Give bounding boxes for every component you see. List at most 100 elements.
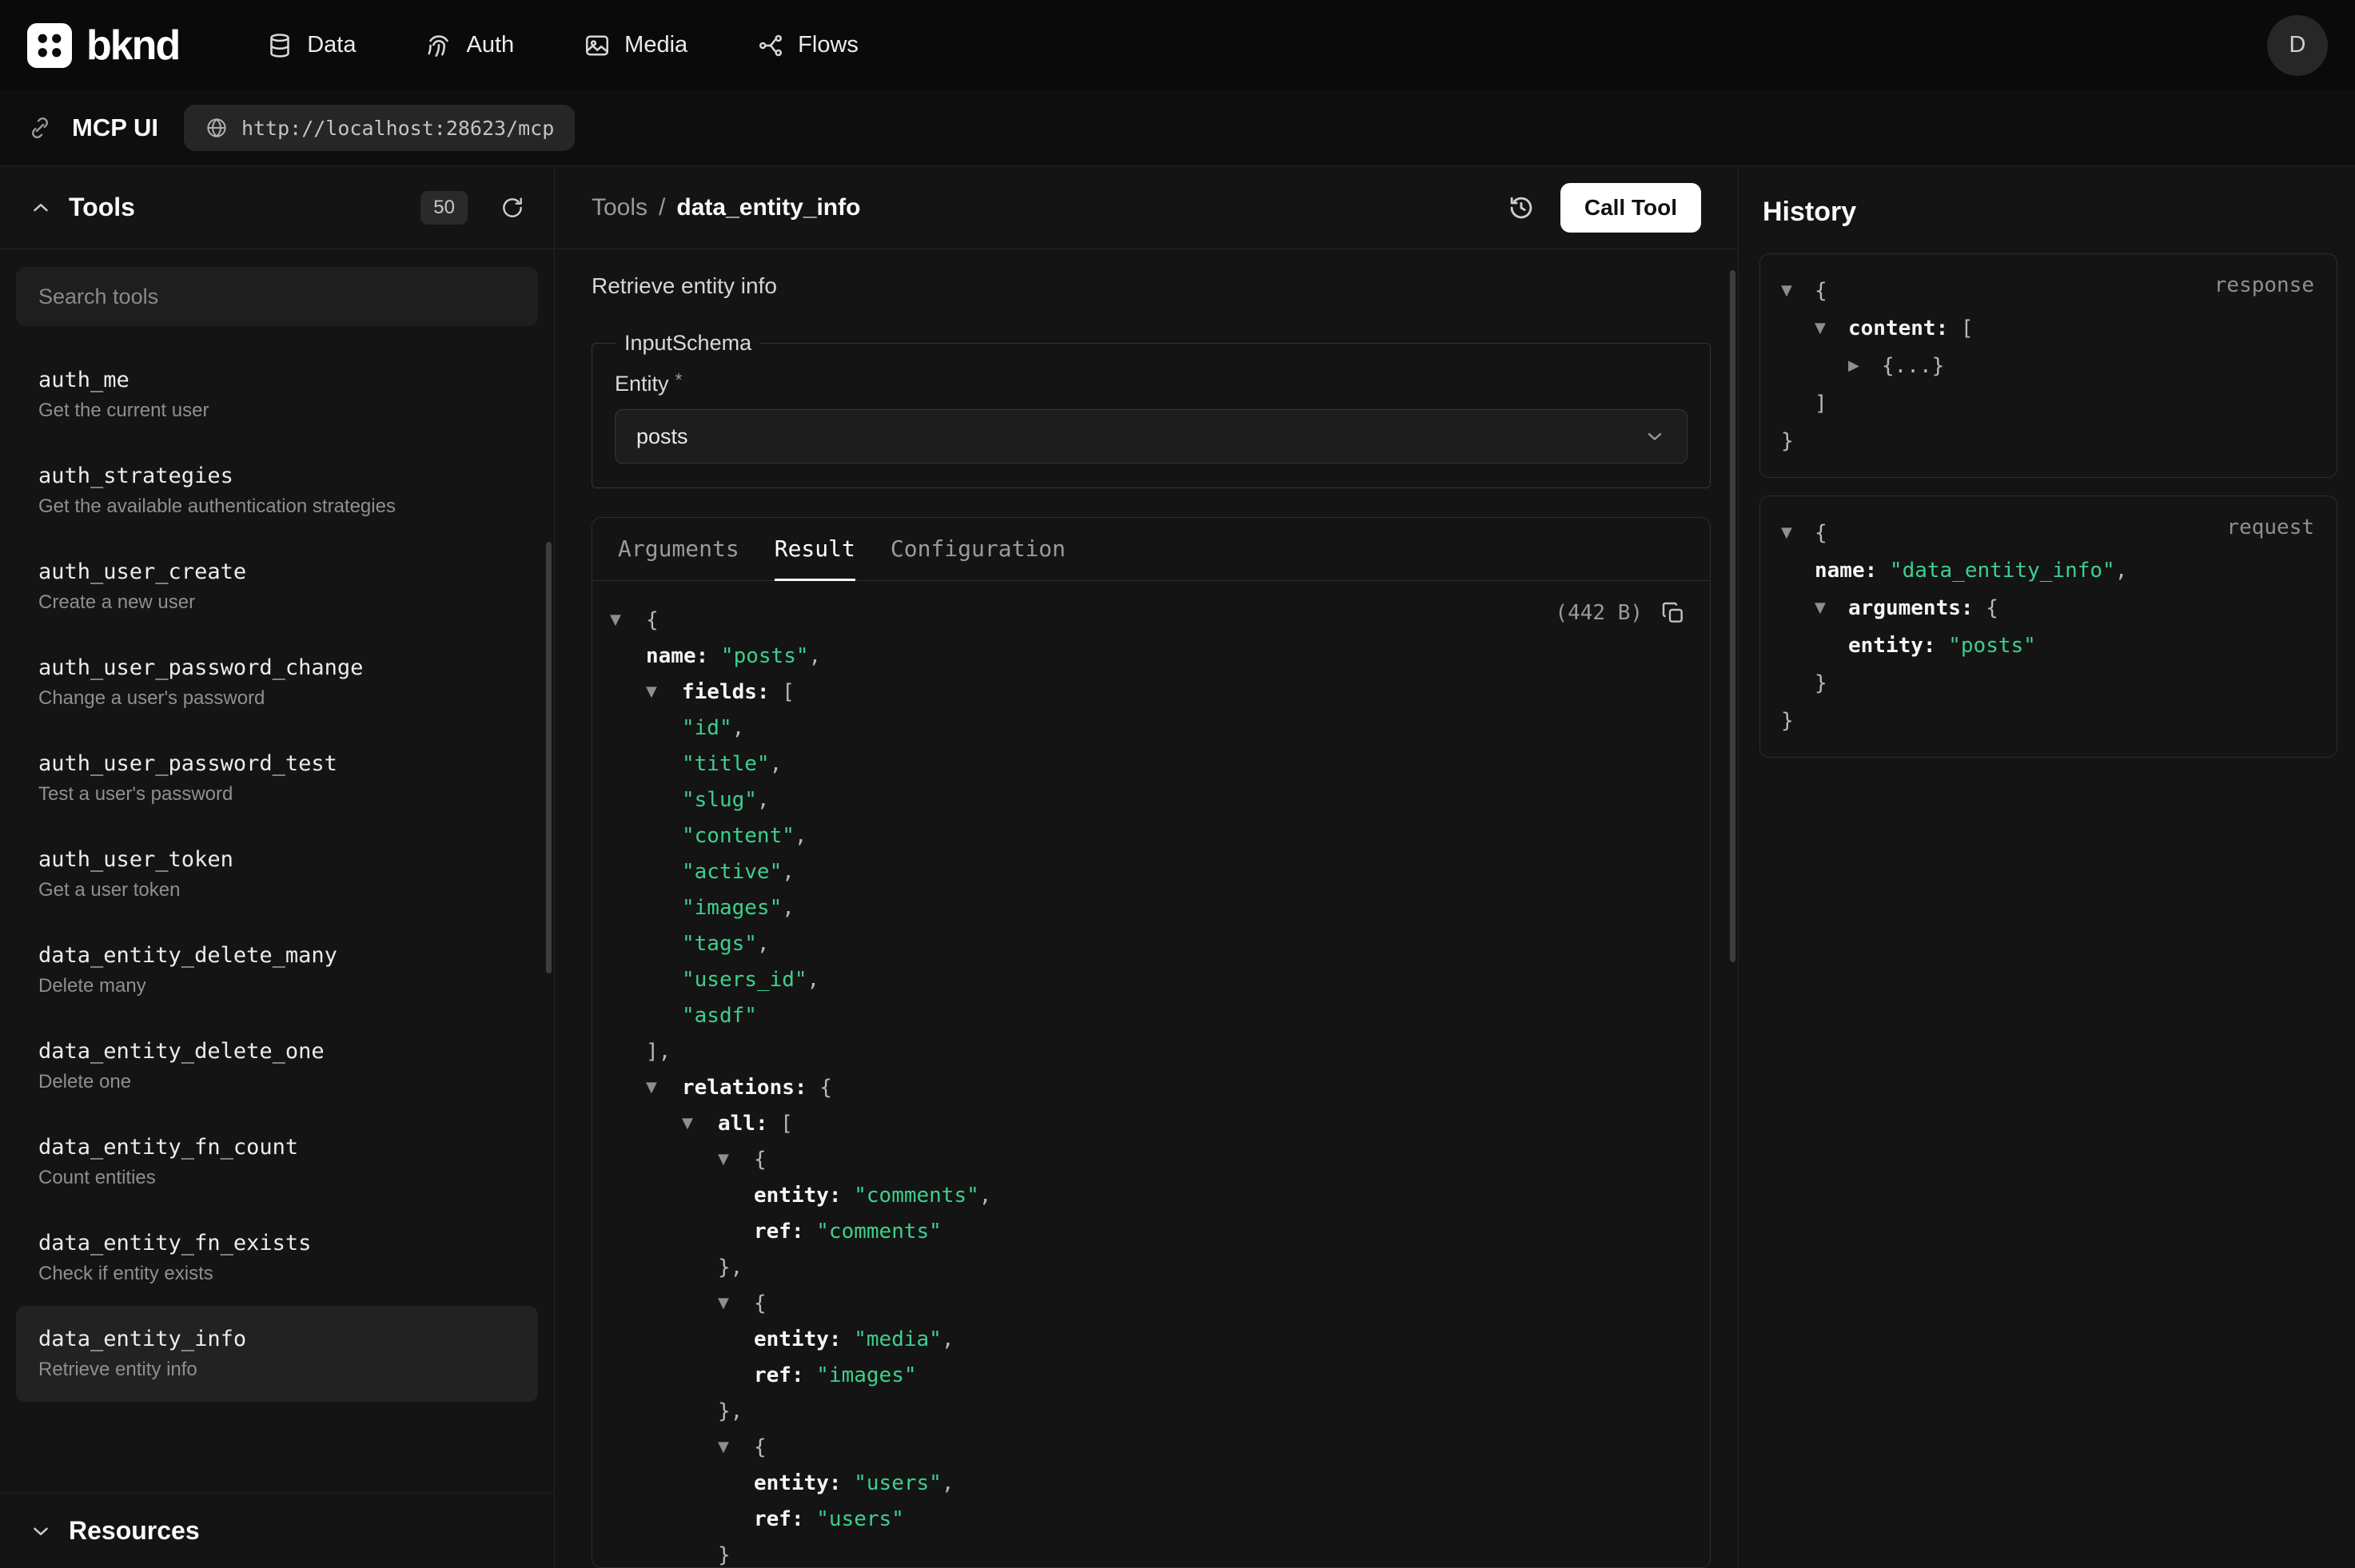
history-icon [1506, 193, 1536, 223]
tool-item[interactable]: auth_user_password_changeChange a user's… [16, 635, 538, 730]
input-schema-fieldset: InputSchema Entity* posts [592, 331, 1711, 488]
main-panel: Tools / data_entity_info Call Tool Retri… [555, 166, 1738, 1568]
toggle-icon[interactable]: ▼ [1815, 320, 1848, 336]
tool-name: auth_user_create [38, 559, 516, 584]
database-icon [265, 31, 294, 60]
history-card-response[interactable]: response ▼{▼content: [▶{...}]} [1759, 253, 2337, 478]
toggle-icon[interactable]: ▼ [610, 611, 646, 628]
entity-label: Entity* [615, 372, 1688, 396]
top-nav: bknd Data Auth Medi [0, 0, 2355, 90]
required-asterisk: * [675, 369, 683, 390]
json-line: "users_id", [610, 961, 1686, 997]
json-line: ] [1781, 384, 2316, 422]
tool-item[interactable]: data_entity_fn_countCount entities [16, 1114, 538, 1210]
tool-description: Create a new user [38, 591, 516, 614]
tab-result[interactable]: Result [757, 518, 873, 580]
tool-item[interactable]: data_entity_delete_manyDelete many [16, 922, 538, 1018]
brand-text: bknd [86, 22, 179, 70]
tool-name: data_entity_delete_one [38, 1039, 516, 1064]
json-line: } [1781, 422, 2316, 460]
tool-item[interactable]: data_entity_fn_existsCheck if entity exi… [16, 1210, 538, 1306]
nav-item-media[interactable]: Media [583, 31, 687, 60]
toggle-icon[interactable]: ▼ [646, 1079, 682, 1096]
json-line: } [1781, 702, 2316, 739]
nav-label-auth: Auth [466, 32, 514, 58]
json-line: ▼relations: { [610, 1069, 1686, 1105]
tool-name: data_entity_info [38, 1327, 516, 1351]
tool-name: data_entity_delete_many [38, 943, 516, 968]
schema-legend: InputSchema [616, 331, 759, 356]
server-url: http://localhost:28623/mcp [241, 117, 554, 140]
call-tool-button[interactable]: Call Tool [1560, 183, 1701, 233]
tool-item[interactable]: data_entity_info Retrieve entity info [16, 1306, 538, 1402]
json-line: entity: "comments", [610, 1177, 1686, 1213]
tool-name: data_entity_fn_exists [38, 1231, 516, 1256]
tool-item[interactable]: auth_user_tokenGet a user token [16, 826, 538, 922]
subheader: MCP UI http://localhost:28623/mcp [0, 90, 2355, 166]
tool-name: auth_user_password_test [38, 751, 516, 776]
json-line: "tags", [610, 925, 1686, 961]
globe-icon [205, 116, 229, 140]
json-line: ▼all: [ [610, 1105, 1686, 1141]
bknd-logo[interactable]: bknd [27, 22, 179, 70]
tool-item[interactable]: data_entity_delete_oneDelete one [16, 1018, 538, 1114]
nav-item-flows[interactable]: Flows [756, 31, 859, 60]
tool-item[interactable]: auth_meGet the current user [16, 347, 538, 443]
json-line: }, [610, 1393, 1686, 1429]
tab-configuration[interactable]: Configuration [873, 518, 1083, 580]
toggle-icon[interactable]: ▼ [718, 1439, 754, 1455]
copy-button[interactable] [1660, 600, 1686, 626]
resources-section-header[interactable]: Resources [0, 1493, 554, 1568]
tool-name: auth_user_token [38, 847, 516, 872]
toggle-icon[interactable]: ▼ [1815, 599, 1848, 616]
json-line: ▼{ [610, 1285, 1686, 1321]
json-line: ref: "comments" [610, 1213, 1686, 1249]
breadcrumb-section[interactable]: Tools [592, 194, 648, 221]
tab-arguments[interactable]: Arguments [600, 518, 757, 580]
json-line: } [1781, 664, 2316, 702]
header-actions: Call Tool [1506, 183, 1701, 233]
tool-description-text: Retrieve entity info [592, 273, 1711, 299]
tools-section-header[interactable]: Tools 50 [0, 166, 554, 249]
main-scrollbar[interactable] [1730, 270, 1735, 962]
search-input[interactable] [16, 267, 538, 326]
toggle-icon[interactable]: ▼ [1781, 282, 1815, 299]
history-card-request[interactable]: request ▼{name: "data_entity_info",▼argu… [1759, 495, 2337, 758]
result-card: Arguments Result Configuration (442 B) [592, 517, 1711, 1568]
tool-description: Change a user's password [38, 687, 516, 710]
toggle-icon[interactable]: ▼ [718, 1295, 754, 1311]
json-line: ▼{ [610, 1141, 1686, 1177]
select-value: posts [636, 424, 688, 449]
json-line: "id", [610, 710, 1686, 746]
toggle-icon[interactable]: ▼ [646, 683, 682, 700]
refresh-icon[interactable] [500, 195, 525, 221]
nav-label-media: Media [624, 32, 687, 58]
server-url-pill[interactable]: http://localhost:28623/mcp [184, 105, 575, 151]
json-line: ▼fields: [ [610, 674, 1686, 710]
tool-description: Retrieve entity info [38, 1359, 516, 1381]
toggle-icon[interactable]: ▶ [1848, 357, 1882, 374]
nav-item-auth[interactable]: Auth [424, 31, 514, 60]
tool-description: Test a user's password [38, 783, 516, 806]
nav-item-data[interactable]: Data [265, 31, 356, 60]
json-line: entity: "posts" [1781, 627, 2316, 664]
toggle-icon[interactable]: ▼ [682, 1115, 718, 1132]
avatar[interactable]: D [2267, 15, 2328, 76]
toggle-icon[interactable]: ▼ [718, 1151, 754, 1168]
workspace: Tools 50 auth_meGet the current userauth… [0, 166, 2355, 1568]
entity-select[interactable]: posts [615, 409, 1688, 464]
tools-list: auth_meGet the current userauth_strategi… [0, 347, 554, 1493]
json-line: ref: "images" [610, 1357, 1686, 1393]
tool-item[interactable]: auth_user_password_test Test a user's pas… [16, 730, 538, 826]
toggle-icon[interactable]: ▼ [1781, 524, 1815, 541]
json-line: "asdf" [610, 997, 1686, 1033]
json-line: ▶{...} [1781, 347, 2316, 384]
sidebar-scrollbar[interactable] [546, 542, 552, 973]
tool-description: Get the available authentication strateg… [38, 495, 516, 518]
tools-title: Tools [69, 193, 135, 222]
tool-item[interactable]: auth_user_create Create a new user [16, 539, 538, 635]
tool-description: Count entities [38, 1167, 516, 1189]
main-content: Retrieve entity info InputSchema Entity*… [555, 249, 1738, 1568]
tool-item[interactable]: auth_strategiesGet the available authent… [16, 443, 538, 539]
history-icon-button[interactable] [1506, 193, 1536, 223]
